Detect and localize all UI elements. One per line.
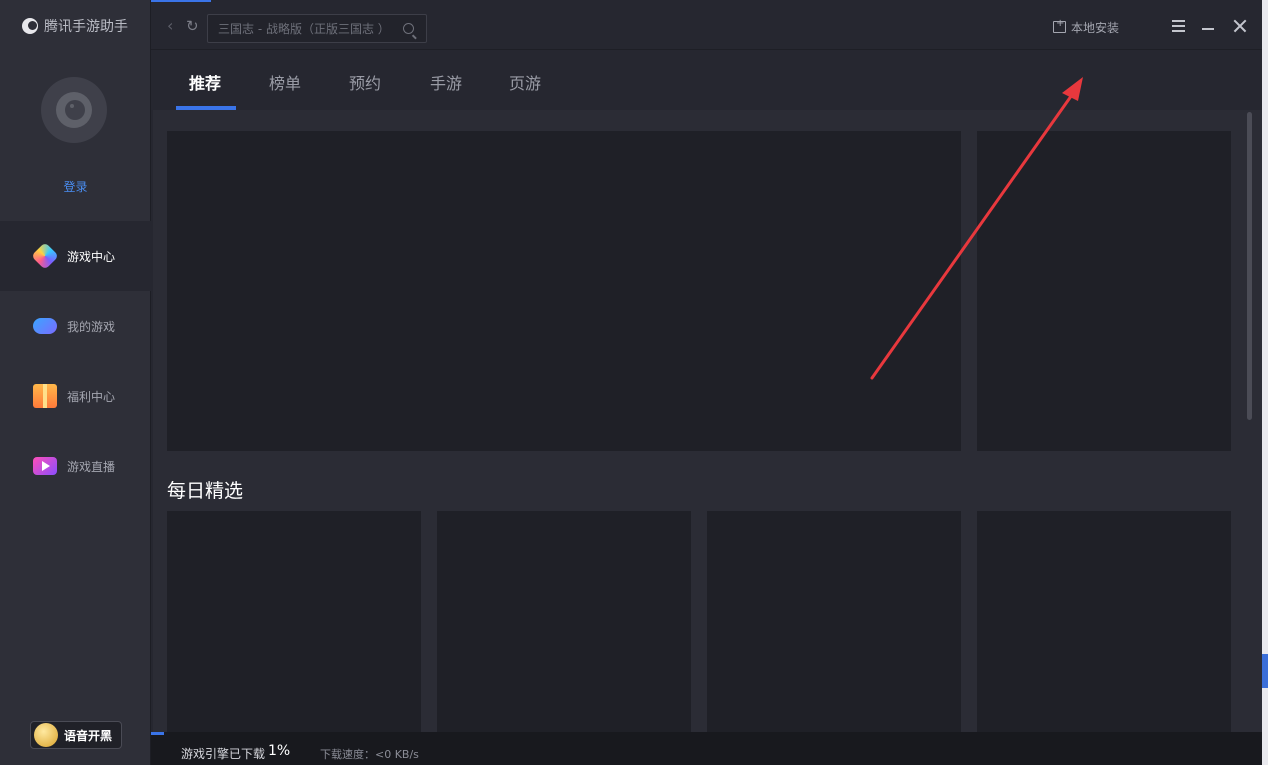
app-logo-icon <box>22 18 38 34</box>
content-scrollbar[interactable] <box>1247 112 1252 420</box>
sidebar-item-label: 福利中心 <box>67 389 116 404</box>
menu-icon-line <box>1172 20 1185 22</box>
sidebar-item-label: 我的游戏 <box>67 319 116 334</box>
download-speed: 下载速度：<0 KB/s <box>320 748 419 761</box>
microphone-icon <box>34 723 58 747</box>
daily-pick-card[interactable] <box>707 511 961 732</box>
top-accent-line <box>151 0 211 2</box>
daily-picks-title: 每日精选 <box>167 480 244 502</box>
minimize-icon <box>1202 28 1214 30</box>
search-input[interactable] <box>208 15 398 42</box>
sidebar-item-game-center[interactable]: 游戏中心 <box>0 221 151 291</box>
chevron-left-icon: ‹ <box>167 16 174 35</box>
gift-icon <box>33 384 57 408</box>
app-brand: 腾讯手游助手 <box>22 16 128 36</box>
close-button[interactable] <box>1230 14 1250 38</box>
sidebar-item-live[interactable]: 游戏直播 <box>0 431 151 501</box>
featured-banner[interactable] <box>167 131 961 451</box>
menu-button[interactable] <box>1169 14 1189 38</box>
download-status-label: 游戏引擎已下载 <box>181 747 266 761</box>
sidebar-nav: 游戏中心 我的游戏 福利中心 游戏直播 <box>0 221 151 501</box>
minimize-button[interactable] <box>1199 14 1219 38</box>
main-content: 每日精选 <box>153 110 1262 732</box>
game-center-icon <box>31 242 59 270</box>
tab-mobile-games[interactable]: 手游 <box>430 70 462 94</box>
sidebar-item-label: 游戏直播 <box>67 459 116 474</box>
daily-pick-card[interactable] <box>167 511 421 732</box>
search-icon[interactable] <box>403 23 414 34</box>
default-avatar-icon <box>56 92 92 128</box>
top-bar: ‹ ↻ 本地安装 <box>151 0 1262 50</box>
refresh-button[interactable]: ↻ <box>186 16 202 36</box>
download-progress-bar <box>151 732 164 735</box>
tab-web-games[interactable]: 页游 <box>509 70 541 94</box>
add-folder-icon <box>1053 18 1066 33</box>
sidebar-item-my-games[interactable]: 我的游戏 <box>0 291 151 361</box>
sidebar: 腾讯手游助手 登录 游戏中心 我的游戏 福利中心 游戏直播 语音开黑 <box>0 0 151 765</box>
status-bar: 游戏引擎已下载 1% 下载速度：<0 KB/s <box>151 732 1262 765</box>
avatar[interactable] <box>41 77 107 143</box>
menu-icon-line <box>1172 30 1185 32</box>
download-percent: 1% <box>268 743 291 759</box>
gamepad-icon <box>33 318 57 334</box>
desktop-window-edge <box>1262 654 1268 688</box>
refresh-icon: ↻ <box>186 17 199 35</box>
tab-recommend[interactable]: 推荐 <box>189 70 221 94</box>
local-install-label: 本地安装 <box>1071 20 1120 35</box>
sidebar-item-label: 游戏中心 <box>67 249 116 264</box>
app-title: 腾讯手游助手 <box>44 19 128 35</box>
daily-pick-card[interactable] <box>437 511 691 732</box>
tab-reservation[interactable]: 预约 <box>349 70 381 94</box>
sidebar-item-welfare[interactable]: 福利中心 <box>0 361 151 431</box>
menu-icon-line <box>1172 25 1185 27</box>
live-video-icon <box>33 457 57 475</box>
voice-chat-button[interactable]: 语音开黑 <box>30 721 122 749</box>
side-banner[interactable] <box>977 131 1231 451</box>
daily-pick-card[interactable] <box>977 511 1231 732</box>
local-install-button[interactable]: 本地安装 <box>1053 17 1119 37</box>
category-tabs: 推荐 榜单 预约 手游 页游 <box>153 50 1262 110</box>
login-link[interactable]: 登录 <box>0 178 151 195</box>
tab-rankings[interactable]: 榜单 <box>269 70 301 94</box>
voice-chat-label: 语音开黑 <box>64 728 113 743</box>
app-window: 腾讯手游助手 登录 游戏中心 我的游戏 福利中心 游戏直播 语音开黑 ‹ ↻ 三… <box>0 0 1262 765</box>
back-button[interactable]: ‹ <box>167 16 179 36</box>
desktop-background-strip <box>1262 0 1268 765</box>
search-box <box>207 14 427 43</box>
